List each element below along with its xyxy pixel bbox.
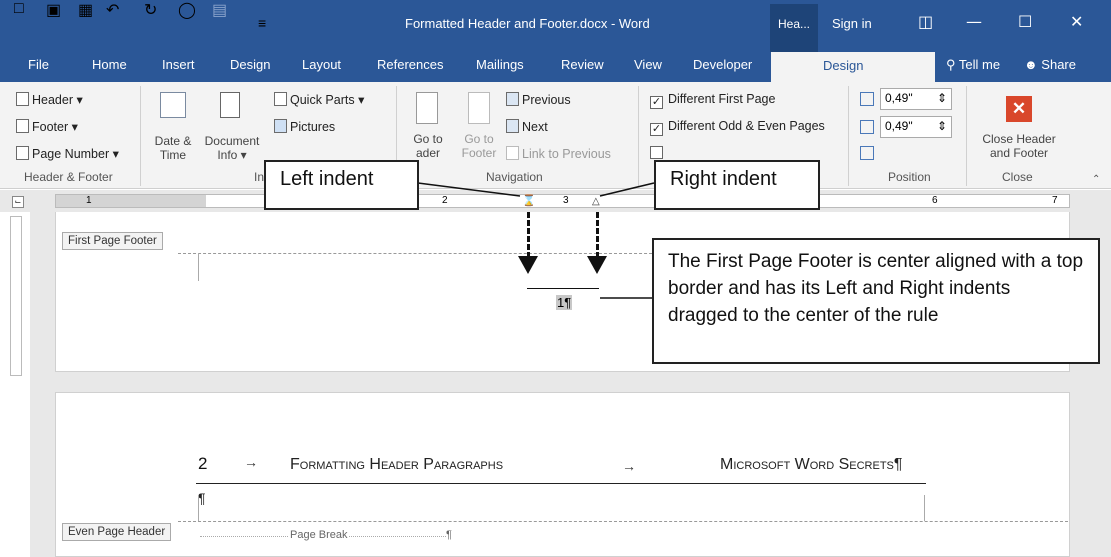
right-indent-callout: Right indent bbox=[654, 160, 820, 210]
right-indent-arrow-icon bbox=[587, 256, 607, 274]
left-indent-arrow-icon bbox=[518, 256, 538, 274]
left-indent-arrow-shaft bbox=[527, 212, 530, 258]
right-indent-arrow-shaft bbox=[596, 212, 599, 258]
explanation-callout: The First Page Footer is center aligned … bbox=[652, 238, 1100, 364]
left-indent-callout: Left indent bbox=[264, 160, 419, 210]
